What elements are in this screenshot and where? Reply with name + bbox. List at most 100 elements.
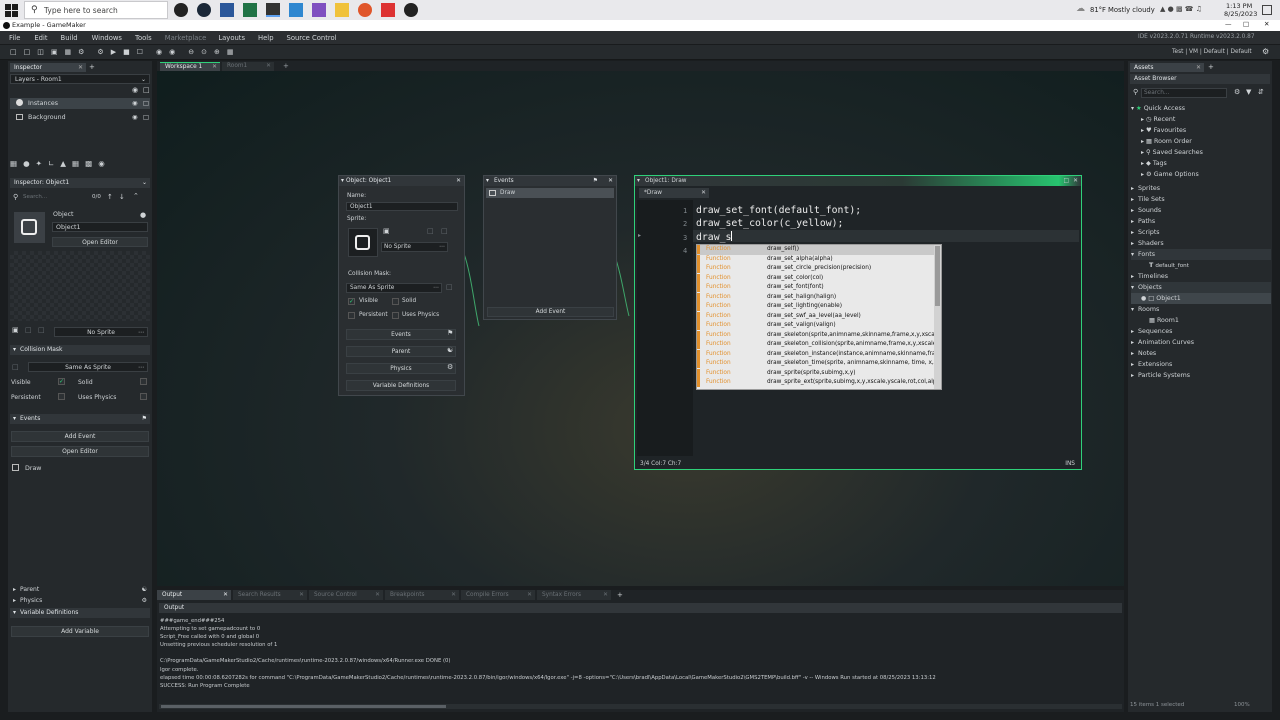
tab-breakpoints[interactable]: Breakpoints ✕: [385, 590, 459, 600]
autocomplete-item[interactable]: Function draw_set_font(font): [697, 283, 935, 293]
visible-checkbox[interactable]: ✓: [58, 378, 65, 385]
close-icon[interactable]: ✕: [701, 188, 706, 198]
tree-item-tags[interactable]: ▸ ◆ Tags: [1131, 158, 1271, 169]
close-icon[interactable]: ✕: [212, 63, 217, 72]
minimize-button[interactable]: —: [1225, 20, 1232, 28]
layer-row-instances[interactable]: Instances ◉ □: [10, 98, 150, 109]
word-app-icon[interactable]: [220, 3, 234, 17]
parent-icon[interactable]: ☯: [447, 346, 453, 354]
tree-group-sprites[interactable]: ▸ Sprites: [1131, 183, 1271, 194]
open-editor-button[interactable]: Open Editor: [52, 237, 148, 247]
inspector-search-placeholder[interactable]: Search...: [23, 194, 47, 200]
layer-tool-icon[interactable]: ▦: [72, 159, 79, 171]
debug-icon[interactable]: ⚙: [97, 48, 103, 56]
add-tab-icon[interactable]: +: [613, 590, 623, 600]
tree-quick-access[interactable]: ▾ ★ Quick Access: [1131, 103, 1271, 114]
more-icon[interactable]: ⋯: [433, 284, 439, 293]
maximize-icon[interactable]: □: [1064, 176, 1069, 186]
asset-search-input[interactable]: Search...: [1141, 88, 1227, 98]
fold-marker-icon[interactable]: ▸: [638, 232, 641, 239]
sprite-select[interactable]: No Sprite ⋯: [54, 327, 148, 337]
layer-tool-icon[interactable]: ▩: [85, 159, 92, 171]
autocomplete-item[interactable]: Function draw_set_alpha(alpha): [697, 254, 935, 265]
mask-edit-icon[interactable]: □: [12, 363, 19, 371]
build-targets[interactable]: Test | VM | Default | Default: [1172, 49, 1252, 55]
output-log[interactable]: ###game_end###254 Attempting to set game…: [160, 617, 1110, 690]
tree-group-animation-curves[interactable]: ▸ Animation Curves: [1131, 337, 1271, 348]
workspace-area[interactable]: Workspace 1 ✕ Room1 ✕ + ▾ Object: Object…: [157, 61, 1124, 586]
add-tab-icon[interactable]: +: [283, 62, 289, 70]
package-icon[interactable]: ▦: [65, 48, 72, 56]
autocomplete-item[interactable]: Function draw_skeleton_time(sprite, animn…: [697, 359, 935, 369]
object-window-titlebar[interactable]: ▾ Object: Object1 ✕: [339, 176, 464, 186]
run-icon[interactable]: ▶: [111, 48, 116, 56]
firefox-app-icon[interactable]: [358, 3, 372, 17]
sort-icon[interactable]: ⇵: [1258, 88, 1264, 96]
save-icon[interactable]: ▣: [51, 48, 58, 56]
new-file-icon[interactable]: □: [24, 48, 31, 56]
physics-gear-icon[interactable]: ⚙: [142, 596, 147, 606]
layers-dropdown[interactable]: Layers - Room1 ⌄: [10, 74, 150, 84]
target-icon[interactable]: ◉: [156, 48, 162, 56]
visible-checkbox[interactable]: ✓: [348, 298, 355, 305]
lock-icon[interactable]: □: [143, 86, 150, 94]
uses-physics-checkbox[interactable]: [140, 393, 147, 400]
stop-icon[interactable]: ■: [123, 48, 130, 56]
tree-group-scripts[interactable]: ▸ Scripts: [1131, 227, 1271, 238]
tab-search-results[interactable]: Search Results ✕: [233, 590, 307, 600]
tab-assets[interactable]: Assets ✕: [1130, 63, 1204, 72]
close-icon[interactable]: ✕: [266, 62, 271, 71]
menu-build[interactable]: Build: [61, 34, 78, 42]
maximize-button[interactable]: □: [1243, 20, 1249, 28]
physics-button[interactable]: Physics: [346, 363, 456, 374]
close-icon[interactable]: ✕: [451, 590, 456, 600]
more-icon[interactable]: ⋯: [138, 363, 144, 372]
tree-item-game-options[interactable]: ▸ ⚙ Game Options: [1131, 169, 1271, 180]
tree-item-room1[interactable]: ▦ Room1: [1131, 315, 1271, 326]
menu-source-control[interactable]: Source Control: [287, 34, 337, 42]
more-icon[interactable]: ⋯: [439, 243, 445, 252]
tab-source-control[interactable]: Source Control ✕: [309, 590, 383, 600]
tab-inspector[interactable]: Inspector ✕: [10, 63, 86, 72]
close-icon[interactable]: ✕: [1073, 176, 1078, 186]
tab-compile-errors[interactable]: Compile Errors ✕: [461, 590, 535, 600]
tray-icons[interactable]: ▲ ● ▩ ☎ ♫: [1160, 5, 1202, 13]
sprite-import-icon[interactable]: □: [441, 227, 448, 235]
close-icon[interactable]: ✕: [527, 590, 532, 600]
add-tab-icon[interactable]: +: [1208, 63, 1214, 71]
parent-section[interactable]: ▸ Parent ☯: [10, 585, 150, 595]
settings-app-icon[interactable]: [266, 3, 280, 17]
layer-tool-icon[interactable]: ✦: [36, 159, 42, 171]
layer-tool-icon[interactable]: ∟: [48, 159, 54, 171]
solid-checkbox[interactable]: [392, 298, 399, 305]
tab-workspace-1[interactable]: Workspace 1 ✕: [160, 62, 220, 71]
eye-icon[interactable]: ◉: [132, 86, 138, 94]
notifications-icon[interactable]: [1262, 5, 1272, 15]
layer-tool-icon[interactable]: ▲: [60, 159, 66, 171]
tab-syntax-errors[interactable]: Syntax Errors ✕: [537, 590, 611, 600]
layer-row-background[interactable]: Background ◉ □: [10, 112, 150, 123]
autocomplete-item[interactable]: Function draw_set_swf_aa_level(aa_level): [697, 311, 935, 322]
settings-icon[interactable]: ⚙: [78, 48, 84, 56]
add-event-button[interactable]: Add Event: [487, 307, 614, 317]
events-window-titlebar[interactable]: ▾ Events ⚑ ✕: [484, 176, 616, 186]
sprite-new-icon[interactable]: □: [427, 227, 434, 235]
flag-icon[interactable]: ⚑: [142, 414, 147, 424]
tree-item-recent[interactable]: ▸ ◷ Recent: [1131, 114, 1271, 125]
game-options-icon[interactable]: ◉: [169, 48, 175, 56]
autocomplete-item[interactable]: Function draw_self(): [697, 245, 935, 255]
collapse-icon[interactable]: ▾: [341, 176, 344, 186]
events-header[interactable]: ▾ Events ⚑: [10, 414, 150, 424]
variable-definitions-header[interactable]: ▾ Variable Definitions: [10, 608, 150, 618]
close-icon[interactable]: ✕: [375, 590, 380, 600]
menu-windows[interactable]: Windows: [92, 34, 122, 42]
code-tab-draw[interactable]: *Draw ✕: [639, 188, 709, 198]
autocomplete-item[interactable]: Function draw_skeleton_collision(sprite,a…: [697, 340, 935, 350]
menu-help[interactable]: Help: [258, 34, 274, 42]
tree-group-shaders[interactable]: ▸ Shaders: [1131, 238, 1271, 249]
uses-physics-checkbox[interactable]: [392, 312, 399, 319]
eye-icon[interactable]: ◉: [132, 98, 138, 109]
zoom-reset-icon[interactable]: ⊙: [201, 48, 207, 56]
persistent-checkbox[interactable]: [58, 393, 65, 400]
tree-item-favourites[interactable]: ▸ ♥ Favourites: [1131, 125, 1271, 136]
